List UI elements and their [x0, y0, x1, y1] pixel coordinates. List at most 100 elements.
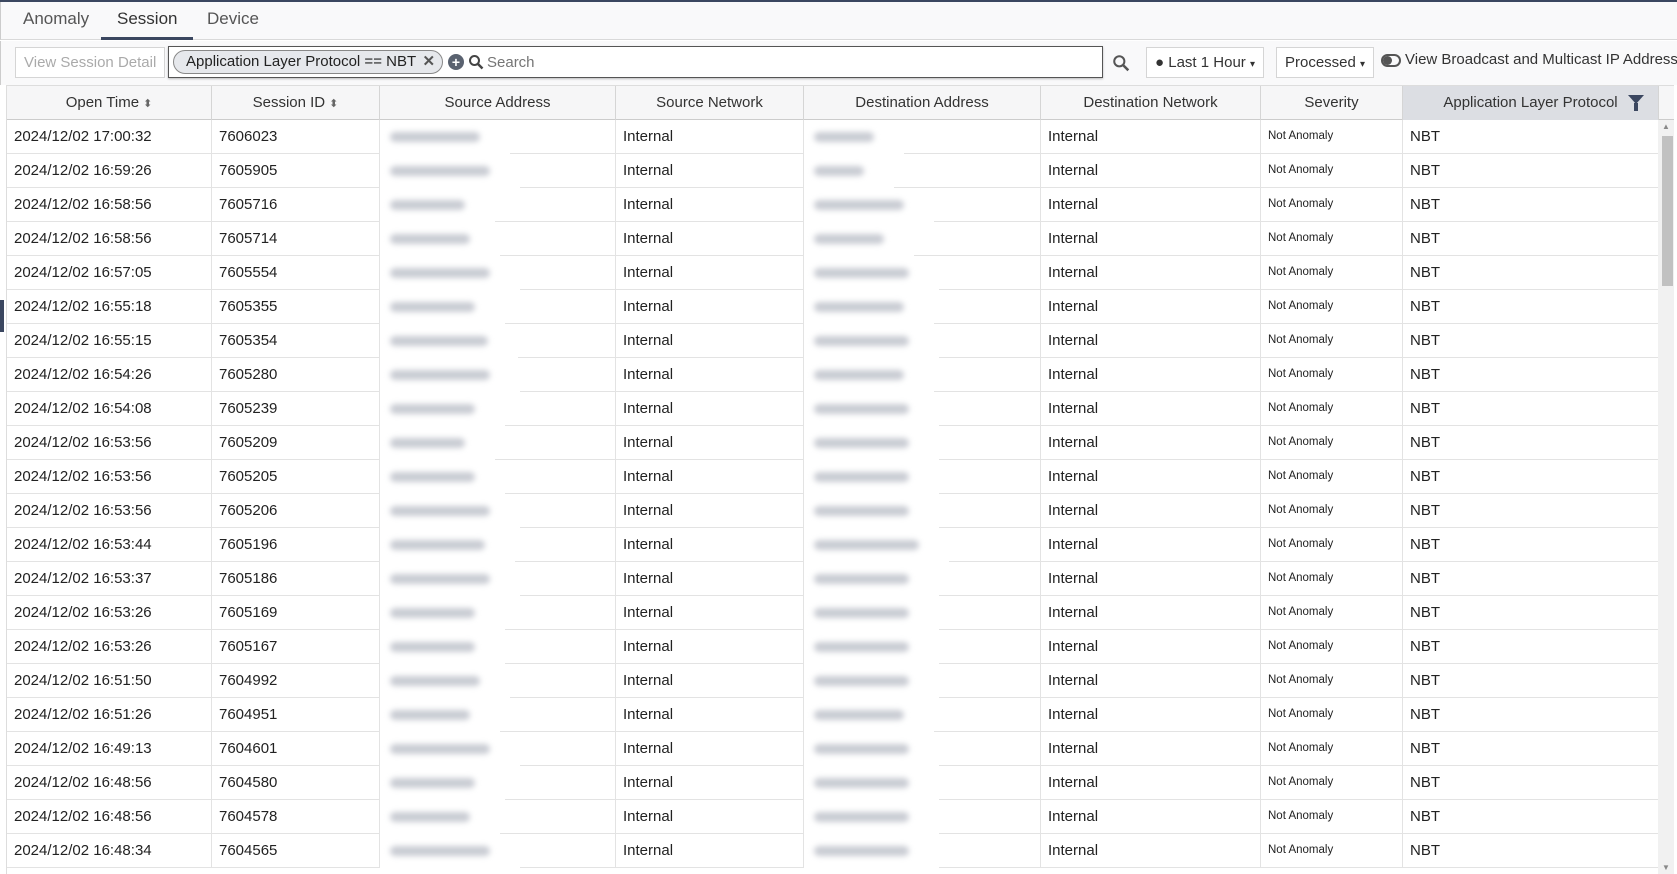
scroll-up-icon[interactable]: ▲ — [1662, 122, 1670, 131]
tab-device[interactable]: Device — [191, 2, 275, 40]
session-id-cell: 7605186 — [212, 562, 380, 596]
status-dropdown[interactable]: Processed ▾ — [1276, 47, 1375, 78]
table-row[interactable]: 2024/12/02 16:57:05 7605554 Internal Intern… — [7, 256, 1659, 290]
table-row[interactable]: 2024/12/02 16:49:13 7604601 Internal Intern… — [7, 732, 1659, 766]
column-header[interactable]: Session ID ⬍ — [212, 86, 380, 120]
column-header[interactable]: Destination Network — [1041, 86, 1261, 120]
table-row[interactable]: 2024/12/02 16:51:26 7604951 Internal Intern… — [7, 698, 1659, 732]
scrollbar[interactable]: ▲ ▼ — [1658, 120, 1674, 874]
redacted-address — [380, 664, 510, 698]
destination-network-cell: Internal — [1041, 698, 1261, 732]
source-network-cell: Internal — [616, 154, 804, 188]
sort-icon[interactable]: ⬍ — [143, 98, 152, 110]
redacted-address — [804, 460, 939, 494]
severity-cell: Not Anomaly — [1261, 528, 1403, 562]
destination-network-cell: Internal — [1041, 460, 1261, 494]
severity-cell: Not Anomaly — [1261, 664, 1403, 698]
redacted-address — [804, 664, 939, 698]
time-range-dropdown[interactable]: ● Last 1 Hour ▾ — [1146, 47, 1264, 78]
broadcast-toggle[interactable] — [1381, 54, 1401, 67]
protocol-cell: NBT — [1403, 494, 1659, 528]
sort-icon[interactable]: ⬍ — [329, 98, 338, 110]
destination-network-cell: Internal — [1041, 188, 1261, 222]
destination-network-cell: Internal — [1041, 800, 1261, 834]
table-row[interactable]: 2024/12/02 16:59:26 7605905 Internal Intern… — [7, 154, 1659, 188]
severity-cell: Not Anomaly — [1261, 392, 1403, 426]
search-bar[interactable]: Application Layer Protocol == NBT ✕ + — [168, 46, 1103, 78]
column-header[interactable]: Source Address — [380, 86, 616, 120]
add-filter-icon[interactable]: + — [448, 54, 464, 70]
table-row[interactable]: 2024/12/02 16:55:18 7605355 Internal Intern… — [7, 290, 1659, 324]
search-button-icon[interactable] — [1112, 54, 1130, 72]
destination-network-cell: Internal — [1041, 154, 1261, 188]
chevron-down-icon: ▾ — [1249, 59, 1255, 70]
filter-icon[interactable] — [1628, 95, 1644, 111]
open-time-cell: 2024/12/02 16:48:56 — [7, 800, 212, 834]
session-id-cell: 7605196 — [212, 528, 380, 562]
destination-network-cell: Internal — [1041, 596, 1261, 630]
close-icon[interactable]: ✕ — [423, 51, 436, 73]
status-label: Processed — [1285, 54, 1356, 71]
open-time-cell: 2024/12/02 16:59:26 — [7, 154, 212, 188]
table-row[interactable]: 2024/12/02 16:51:50 7604992 Internal Intern… — [7, 664, 1659, 698]
source-network-cell: Internal — [616, 766, 804, 800]
open-time-cell: 2024/12/02 16:53:56 — [7, 426, 212, 460]
protocol-cell: NBT — [1403, 528, 1659, 562]
source-network-cell: Internal — [616, 732, 804, 766]
table-row[interactable]: 2024/12/02 16:53:26 7605167 Internal Intern… — [7, 630, 1659, 664]
view-session-detail-button[interactable]: View Session Detail — [15, 47, 166, 78]
severity-cell: Not Anomaly — [1261, 324, 1403, 358]
source-network-cell: Internal — [616, 698, 804, 732]
destination-network-cell: Internal — [1041, 290, 1261, 324]
table-row[interactable]: 2024/12/02 16:55:15 7605354 Internal Intern… — [7, 324, 1659, 358]
filter-chip[interactable]: Application Layer Protocol == NBT ✕ — [173, 50, 444, 74]
table-row[interactable]: 2024/12/02 16:53:26 7605169 Internal Intern… — [7, 596, 1659, 630]
table-row[interactable]: 2024/12/02 16:48:34 7604565 Internal Intern… — [7, 834, 1659, 868]
tab-bar: Anomaly Session Device — [0, 2, 1677, 40]
destination-network-cell: Internal — [1041, 494, 1261, 528]
source-network-cell: Internal — [616, 426, 804, 460]
destination-network-cell: Internal — [1041, 834, 1261, 868]
filter-chip-label: Application Layer Protocol == NBT — [186, 53, 417, 70]
open-time-cell: 2024/12/02 16:57:05 — [7, 256, 212, 290]
table-row[interactable]: 2024/12/02 16:53:56 7605205 Internal Intern… — [7, 460, 1659, 494]
redacted-address — [804, 596, 939, 630]
session-id-cell: 7605554 — [212, 256, 380, 290]
table-row[interactable]: 2024/12/02 16:53:56 7605206 Internal Intern… — [7, 494, 1659, 528]
session-id-cell: 7605355 — [212, 290, 380, 324]
redacted-address — [804, 528, 949, 562]
redacted-address — [804, 154, 894, 188]
tab-session[interactable]: Session — [101, 2, 194, 40]
open-time-cell: 2024/12/02 16:51:26 — [7, 698, 212, 732]
protocol-cell: NBT — [1403, 698, 1659, 732]
table-row[interactable]: 2024/12/02 16:48:56 7604580 Internal Intern… — [7, 766, 1659, 800]
source-network-cell: Internal — [616, 188, 804, 222]
table-row[interactable]: 2024/12/02 16:53:56 7605209 Internal Intern… — [7, 426, 1659, 460]
redacted-address — [380, 324, 518, 358]
scroll-down-icon[interactable]: ▼ — [1662, 863, 1670, 872]
open-time-cell: 2024/12/02 16:48:34 — [7, 834, 212, 868]
column-header[interactable]: Application Layer Protocol — [1403, 86, 1659, 120]
table-row[interactable]: 2024/12/02 16:54:08 7605239 Internal Intern… — [7, 392, 1659, 426]
redacted-address — [380, 290, 505, 324]
column-header[interactable]: Severity — [1261, 86, 1403, 120]
tab-anomaly[interactable]: Anomaly — [7, 2, 105, 40]
column-header[interactable]: Destination Address — [804, 86, 1041, 120]
table-row[interactable]: 2024/12/02 16:58:56 7605716 Internal Intern… — [7, 188, 1659, 222]
table-row[interactable]: 2024/12/02 16:58:56 7605714 Internal Intern… — [7, 222, 1659, 256]
table-row[interactable]: 2024/12/02 16:48:56 7604578 Internal Intern… — [7, 800, 1659, 834]
search-input[interactable] — [487, 51, 1087, 73]
table-row[interactable]: 2024/12/02 16:53:44 7605196 Internal Intern… — [7, 528, 1659, 562]
column-header[interactable]: Open Time ⬍ — [7, 86, 212, 120]
protocol-cell: NBT — [1403, 800, 1659, 834]
protocol-cell: NBT — [1403, 222, 1659, 256]
table-row[interactable]: 2024/12/02 17:00:32 7606023 Internal Intern… — [7, 120, 1659, 154]
scrollbar-thumb[interactable] — [1662, 136, 1673, 286]
table-row[interactable]: 2024/12/02 16:53:37 7605186 Internal Intern… — [7, 562, 1659, 596]
column-header-label: Source Address — [444, 94, 551, 111]
table-row[interactable]: 2024/12/02 16:54:26 7605280 Internal Intern… — [7, 358, 1659, 392]
column-header[interactable]: Source Network — [616, 86, 804, 120]
protocol-cell: NBT — [1403, 630, 1659, 664]
severity-cell: Not Anomaly — [1261, 630, 1403, 664]
column-header-label: Session ID — [252, 94, 326, 111]
